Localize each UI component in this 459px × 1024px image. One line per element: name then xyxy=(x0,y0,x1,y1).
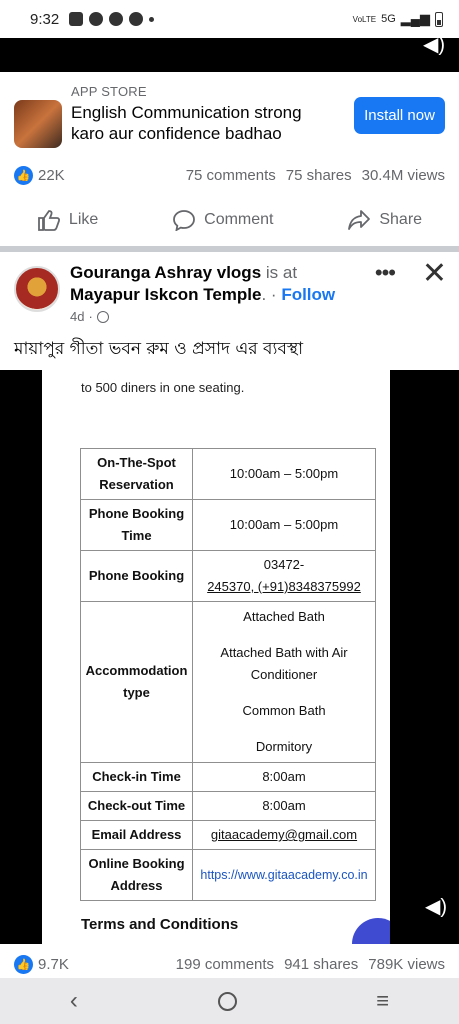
status-bar: 9:32 VoLTE 5G ▂▄▆ xyxy=(0,0,459,38)
system-nav-bar: ‹ ≡ xyxy=(0,978,459,1024)
install-now-button[interactable]: Install now xyxy=(354,97,445,134)
post-stats-row: 👍 9.7K 199 comments 941 shares 789K view… xyxy=(0,953,459,975)
mail-icon xyxy=(69,12,84,26)
post-like-count[interactable]: 9.7K xyxy=(38,956,69,973)
booking-info-table: On-The-Spot Reservation 10:00am – 5:00pm… xyxy=(80,448,376,901)
table-row: On-The-Spot Reservation 10:00am – 5:00pm xyxy=(80,448,376,500)
status-time: 9:32 xyxy=(30,10,60,28)
ad-stats-row: 👍 22K 75 comments 75 shares 30.4M views xyxy=(0,164,459,186)
previous-video-strip[interactable]: ◀) xyxy=(0,34,459,72)
comment-label: Comment xyxy=(204,211,274,228)
back-icon[interactable]: ‹ xyxy=(70,987,78,1015)
location-name[interactable]: Mayapur Iskcon Temple xyxy=(70,285,261,304)
volume-icon[interactable]: ◀) xyxy=(423,32,445,57)
phone-line-1: 03472- xyxy=(263,557,305,572)
ad-action-bar: Like Comment Share xyxy=(0,198,459,242)
close-icon[interactable]: ✕ xyxy=(422,256,447,291)
chat-icon xyxy=(109,12,124,26)
table-value: 10:00am – 5:00pm xyxy=(192,448,376,500)
accommodation-option: Dormitory xyxy=(255,739,313,754)
table-value: 03472- 245370, (+91)8348375992 xyxy=(192,550,376,602)
messenger-icon xyxy=(89,12,104,26)
system-icons: VoLTE 5G ▂▄▆ xyxy=(353,11,443,27)
post-time[interactable]: 4d xyxy=(70,309,84,324)
follow-button[interactable]: Follow xyxy=(281,285,335,304)
ad-like-count[interactable]: 22K xyxy=(38,167,65,184)
post-share-count[interactable]: 941 shares xyxy=(284,956,358,973)
like-label: Like xyxy=(68,211,99,228)
table-key: Online Booking Address xyxy=(80,849,193,901)
post-author-line: Gouranga Ashray vlogs is at Mayapur Iskc… xyxy=(70,263,336,304)
table-row: Online Booking Address https://www.gitaa… xyxy=(80,849,376,901)
comment-icon xyxy=(173,210,196,231)
comment-button[interactable]: Comment xyxy=(172,209,274,231)
table-key: On-The-Spot Reservation xyxy=(80,448,193,500)
table-value: gitaacademy@gmail.com xyxy=(192,820,376,850)
battery-icon xyxy=(435,11,443,27)
network-label: 5G xyxy=(381,13,396,25)
table-row: Email Address gitaacademy@gmail.com xyxy=(80,820,376,850)
feed-divider xyxy=(0,246,459,252)
volte-icon: VoLTE xyxy=(352,14,377,24)
table-row: Accommodation type Attached Bath Attache… xyxy=(80,601,376,763)
home-icon[interactable] xyxy=(217,991,237,1011)
table-key: Email Address xyxy=(80,820,193,850)
video-document-frame: to 500 diners in one seating. On-The-Spo… xyxy=(42,370,390,944)
notification-icons xyxy=(69,12,155,26)
doc-intro-text: to 500 diners in one seating. xyxy=(81,380,245,395)
share-button[interactable]: Share xyxy=(347,209,422,231)
ad-comment-count[interactable]: 75 comments xyxy=(186,167,276,184)
post-header: Gouranga Ashray vlogs is at Mayapur Iskc… xyxy=(0,256,459,332)
table-row: Phone Booking Time 10:00am – 5:00pm xyxy=(80,499,376,551)
author-avatar[interactable] xyxy=(14,266,60,312)
table-value: 10:00am – 5:00pm xyxy=(192,499,376,551)
table-key: Check-out Time xyxy=(80,791,193,821)
public-globe-icon xyxy=(96,310,109,323)
recents-icon[interactable]: ≡ xyxy=(376,988,389,1014)
accommodation-option: Attached Bath with Air Conditioner xyxy=(220,645,348,682)
accommodation-option: Common Bath xyxy=(242,703,326,718)
ad-share-count[interactable]: 75 shares xyxy=(286,167,352,184)
table-row: Check-out Time 8:00am xyxy=(80,791,376,821)
like-button[interactable]: Like xyxy=(37,209,98,231)
post-video[interactable]: to 500 diners in one seating. On-The-Spo… xyxy=(0,370,459,944)
author-name[interactable]: Gouranga Ashray vlogs xyxy=(70,263,261,282)
table-key: Phone Booking xyxy=(80,550,193,602)
table-key: Accommodation type xyxy=(80,601,193,763)
table-value: https://www.gitaacademy.co.in xyxy=(192,849,376,901)
signal-icon: ▂▄▆ xyxy=(400,11,430,26)
phone-line-2: 245370, (+91)8348375992 xyxy=(207,579,361,594)
post-caption: মায়াপুর গীতা ভবন রুম ও প্রসাদ এর ব্যবস্… xyxy=(14,339,304,359)
like-reaction-icon: 👍 xyxy=(14,165,33,185)
table-value: Attached Bath Attached Bath with Air Con… xyxy=(192,601,376,763)
ad-title[interactable]: English Communication strong karo aur co… xyxy=(71,102,331,144)
sponsored-ad[interactable]: APP STORE English Communication strong k… xyxy=(0,72,459,156)
ad-view-count: 30.4M views xyxy=(361,166,445,184)
post-comment-count[interactable]: 199 comments xyxy=(176,956,274,973)
table-row: Check-in Time 8:00am xyxy=(80,762,376,792)
more-notifications-icon xyxy=(149,16,155,22)
floating-action-icon xyxy=(352,918,390,944)
share-label: Share xyxy=(379,211,423,228)
post-meta: 4d · xyxy=(70,309,109,324)
thumbs-up-icon xyxy=(38,210,60,231)
like-reaction-icon: 👍 xyxy=(14,954,33,974)
more-options-icon[interactable]: ••• xyxy=(375,260,396,286)
share-icon xyxy=(348,210,371,230)
is-at-text: is at xyxy=(265,263,298,282)
chrome-icon xyxy=(129,12,144,26)
table-value: 8:00am xyxy=(192,791,376,821)
terms-heading: Terms and Conditions xyxy=(81,916,239,933)
table-value: 8:00am xyxy=(192,762,376,792)
table-key: Phone Booking Time xyxy=(80,499,193,551)
accommodation-option: Attached Bath xyxy=(243,609,325,624)
table-key: Check-in Time xyxy=(80,762,193,792)
table-row: Phone Booking 03472- 245370, (+91)834837… xyxy=(80,550,376,602)
volume-icon[interactable]: ◀) xyxy=(425,894,447,919)
post-view-count: 789K views xyxy=(368,955,445,973)
ad-thumbnail[interactable] xyxy=(14,100,62,148)
